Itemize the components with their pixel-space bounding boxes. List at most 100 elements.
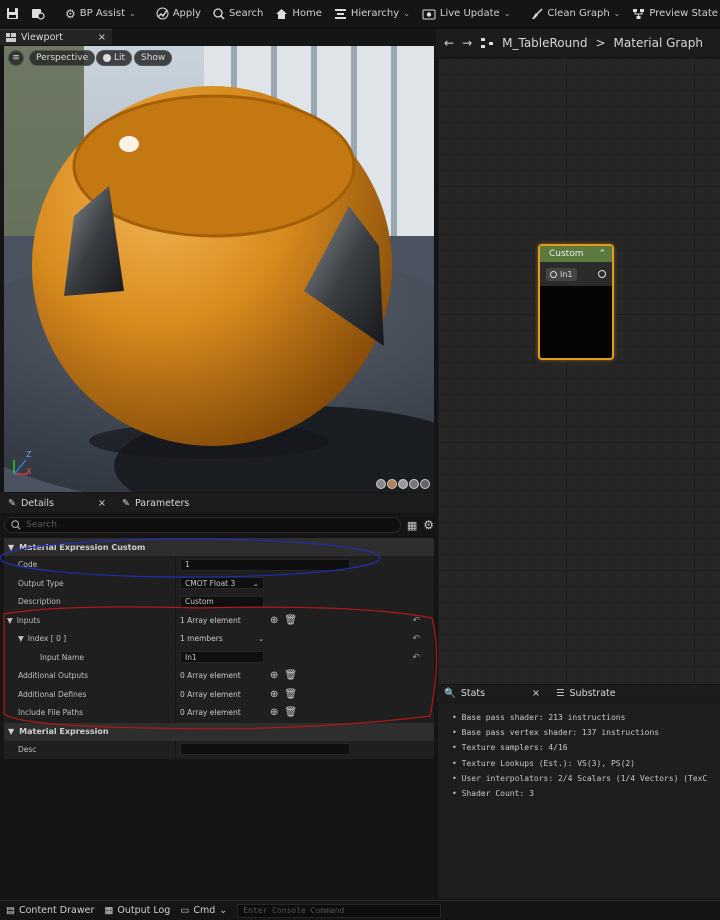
preview-state-button[interactable]: Preview State ⌄ — [626, 0, 720, 28]
viewport-menu-button[interactable]: ≡ — [8, 50, 24, 66]
apply-button[interactable]: Apply — [150, 0, 207, 28]
tab-stats[interactable]: 🔍 Stats × — [436, 685, 548, 702]
details-tab-bar: ✎ Details × ✎ Parameters — [0, 493, 434, 513]
stats-line: • Base pass vertex shader: 137 instructi… — [452, 728, 660, 738]
preview-plane-icon[interactable] — [398, 479, 408, 489]
axis-z-label: Z — [26, 450, 32, 459]
show-label: Show — [141, 53, 166, 63]
search-icon — [11, 520, 21, 530]
node-title: Custom — [549, 249, 584, 259]
tab-substrate-label: Substrate — [569, 688, 616, 699]
input-pin-label: In1 — [560, 269, 573, 279]
stats-line: • Texture Lookups (Est.): VS(3), PS(2) — [452, 758, 636, 768]
viewport-tab[interactable]: Viewport × — [0, 29, 112, 45]
save-icon — [7, 8, 18, 19]
menu-icon: ≡ — [12, 53, 20, 63]
tab-substrate[interactable]: ☰ Substrate — [548, 685, 624, 702]
preview-state-label: Preview State — [649, 8, 718, 19]
clean-graph-button[interactable]: Clean Graph ⌄ — [524, 0, 626, 28]
content-drawer-label: Content Drawer — [18, 905, 95, 916]
details-search-row: Search ▦ ⚙ — [4, 514, 434, 536]
output-log-button[interactable]: ▦ Output Log — [104, 905, 170, 916]
chevron-down-icon: ⌄ — [219, 905, 228, 916]
console-input[interactable]: Enter Console Command — [237, 903, 442, 918]
custom-node[interactable]: Custom ⌃ In1 — [538, 244, 614, 360]
cmd-label: Cmd — [193, 905, 216, 916]
axis-gizmo — [13, 459, 28, 475]
cmd-dropdown[interactable]: ▭ Cmd ⌄ — [180, 905, 227, 916]
browse-icon — [32, 9, 45, 20]
chevron-down-icon: ⌄ — [129, 9, 136, 18]
close-icon[interactable]: × — [98, 498, 106, 509]
chevron-up-icon[interactable]: ⌃ — [598, 249, 606, 259]
home-label: Home — [292, 8, 322, 19]
search-button[interactable]: Search — [207, 0, 269, 28]
hierarchy-icon — [334, 8, 346, 19]
lit-label: Lit — [114, 53, 126, 63]
settings-gear-icon[interactable]: ⚙ — [423, 518, 434, 532]
material-graph-canvas[interactable]: Custom ⌃ In1 — [438, 58, 720, 684]
annotation-red-oval — [3, 606, 438, 730]
tab-details-label: Details — [20, 497, 54, 509]
stats-line: • Texture samplers: 4/16 — [452, 743, 568, 753]
console-placeholder: Enter Console Command — [243, 906, 345, 915]
viewport-icon — [6, 33, 16, 42]
preview-cube-icon[interactable] — [409, 479, 419, 489]
apply-label: Apply — [172, 8, 201, 19]
tab-parameters[interactable]: ✎ Parameters — [114, 493, 197, 513]
annotation-overlay — [0, 538, 438, 730]
browse-button[interactable] — [25, 0, 51, 28]
close-icon[interactable]: × — [98, 32, 106, 43]
tab-details[interactable]: ✎ Details × — [0, 493, 114, 513]
preview-shape-buttons — [376, 479, 430, 489]
clean-graph-label: Clean Graph — [547, 8, 610, 19]
stats-tab-bar: 🔍 Stats × ☰ Substrate — [436, 685, 720, 702]
bp-assist-button[interactable]: ⚙ BP Assist ⌄ — [59, 0, 142, 28]
graph-header: ← → M_TableRound > Material Graph — [436, 29, 720, 57]
search-label: Search — [228, 8, 264, 19]
list-icon: ☰ — [556, 688, 565, 699]
save-button[interactable] — [0, 0, 25, 28]
back-arrow-icon[interactable]: ← — [444, 36, 454, 50]
clean-graph-icon — [532, 7, 543, 19]
pencil-icon: ✎ — [8, 497, 16, 509]
forward-arrow-icon[interactable]: → — [462, 36, 472, 50]
annotation-blue-oval — [0, 538, 381, 578]
output-pin[interactable] — [598, 270, 606, 278]
output-log-label: Output Log — [117, 905, 171, 916]
input-pin[interactable]: In1 — [546, 267, 577, 281]
preview-scene — [4, 46, 434, 492]
perspective-button[interactable]: Perspective — [29, 50, 96, 66]
preview-mesh-icon[interactable] — [420, 479, 430, 489]
graph-icon — [481, 38, 494, 48]
hierarchy-button[interactable]: Hierarchy ⌄ — [328, 0, 416, 28]
chevron-down-icon: ⌄ — [613, 9, 621, 18]
stats-line: • Base pass shader: 213 instructions — [452, 713, 626, 722]
property-label: Desc — [4, 740, 176, 758]
apply-icon — [156, 7, 169, 20]
preview-cylinder-icon[interactable] — [376, 479, 386, 489]
lit-button[interactable]: Lit — [96, 50, 133, 66]
live-update-label: Live Update — [439, 8, 500, 19]
preview-sphere-icon[interactable] — [387, 479, 397, 489]
live-update-button[interactable]: Live Update ⌄ — [416, 0, 517, 28]
home-icon — [276, 8, 288, 19]
viewport-tab-label: Viewport — [21, 32, 64, 43]
details-search-input[interactable]: Search — [4, 517, 401, 533]
close-icon[interactable]: × — [532, 688, 540, 699]
breadcrumb-asset[interactable]: M_TableRound — [502, 36, 587, 50]
terminal-icon: ▭ — [180, 905, 190, 916]
viewport-3d[interactable]: ≡ Perspective Lit Show Z X — [4, 46, 434, 492]
tab-parameters-label: Parameters — [134, 497, 190, 509]
content-drawer-button[interactable]: ▤ Content Drawer — [6, 905, 94, 916]
table-view-icon[interactable]: ▦ — [407, 519, 417, 532]
property-desc: Desc — [4, 740, 434, 759]
home-button[interactable]: Home — [269, 0, 328, 28]
node-header: Custom ⌃ — [540, 246, 612, 262]
show-button[interactable]: Show — [134, 50, 173, 66]
preview-state-icon — [633, 8, 645, 19]
desc-field[interactable] — [180, 743, 350, 756]
chevron-down-icon: ⌄ — [403, 9, 410, 18]
search-icon — [213, 7, 225, 20]
node-pins: In1 — [540, 262, 612, 286]
